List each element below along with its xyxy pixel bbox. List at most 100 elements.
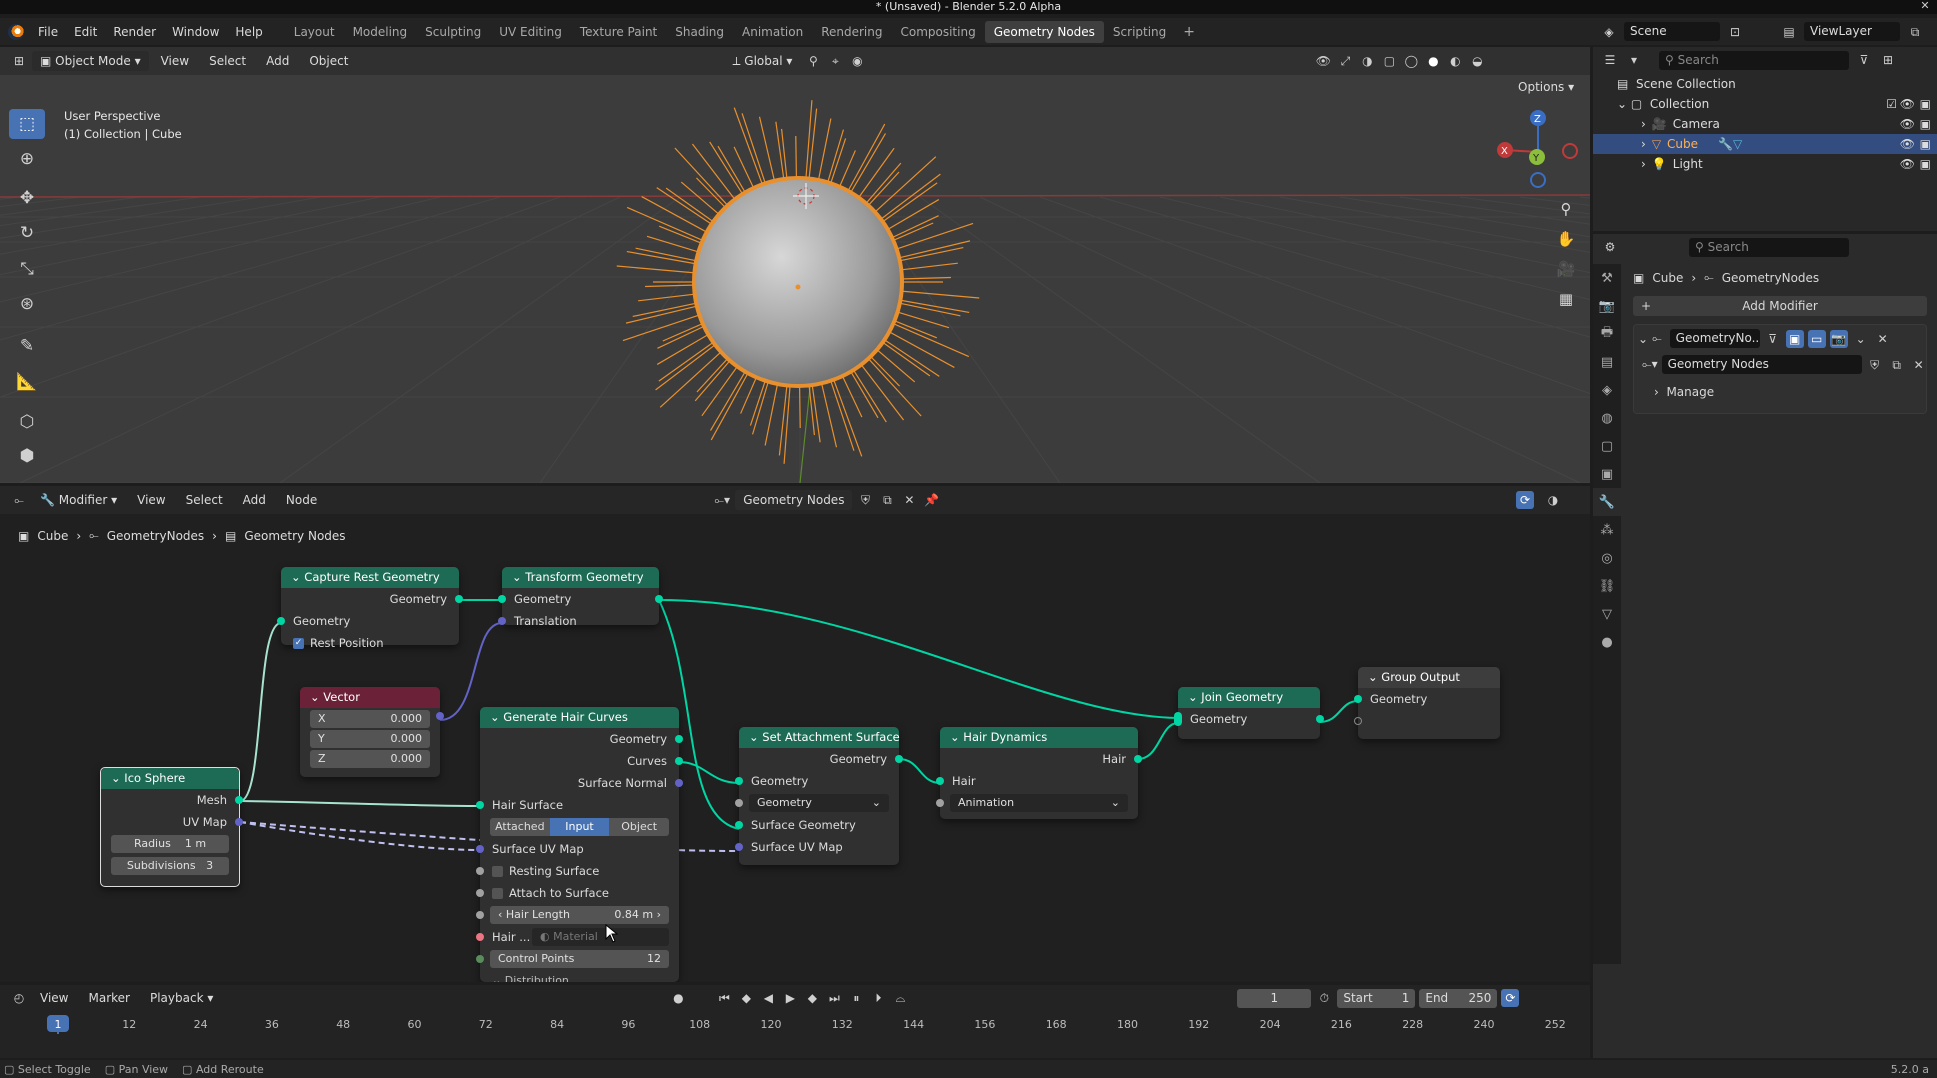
pivot-icon[interactable]: ⚲ — [804, 52, 822, 70]
attach-surface-checkbox[interactable] — [492, 888, 503, 899]
output-tab-icon[interactable]: 🖶 — [1593, 320, 1621, 348]
outliner-search-input[interactable]: ⚲ Search — [1659, 50, 1849, 70]
rest-position-checkbox[interactable]: ✓ — [293, 638, 304, 649]
camera-view-icon[interactable]: 🎥 — [1554, 257, 1578, 281]
fake-user-icon[interactable]: ⛨ — [1866, 356, 1884, 374]
end-frame-field[interactable]: End 250 — [1419, 988, 1498, 1008]
material-field[interactable]: ◐ Material — [532, 928, 669, 946]
viewlayer-field[interactable]: ViewLayer — [1804, 22, 1900, 41]
distribution-panel[interactable]: ⌄ Distribution — [480, 970, 679, 982]
pin-icon[interactable]: 📌 — [922, 491, 940, 509]
menu-edit[interactable]: Edit — [66, 25, 105, 39]
hair-length-field[interactable]: ‹ Hair Length 0.84 m › — [490, 906, 669, 924]
timeline-menu-marker[interactable]: Marker — [80, 988, 137, 1008]
menu-socket-in[interactable] — [735, 799, 743, 807]
tab-input[interactable]: Input — [549, 818, 610, 836]
menu-window[interactable]: Window — [164, 25, 227, 39]
properties-editor-icon[interactable]: ⚙ — [1601, 238, 1619, 256]
timeline-menu-view[interactable]: View — [32, 988, 76, 1008]
viewlayer-icon[interactable]: ▤ — [1780, 23, 1798, 41]
object-mode-dropdown[interactable]: ▣ Object Mode ▾ — [32, 51, 149, 71]
camera-render-icon[interactable]: ▣ — [1920, 137, 1931, 151]
geometry-socket-out[interactable] — [455, 595, 463, 603]
scene-tab-icon[interactable]: ◈ — [1593, 376, 1621, 404]
tab-scripting[interactable]: Scripting — [1104, 21, 1175, 43]
tab-object[interactable]: Object — [609, 818, 670, 836]
select-box-icon[interactable]: ⬚ — [9, 109, 45, 139]
node-hair-dynamics[interactable]: ⌄ Hair Dynamics Hair Hair Animation ⌄ — [936, 727, 1142, 819]
node-generate-hair-curves[interactable]: ⌄ Generate Hair Curves Geometry Curves S… — [476, 707, 683, 982]
rotate-tool-icon[interactable]: ↻ — [9, 218, 45, 248]
collapse-chevron-icon[interactable]: ⌄ — [1638, 332, 1648, 346]
rendered-shading-icon[interactable]: ◒ — [1468, 52, 1486, 70]
scene-field[interactable]: Scene — [1624, 22, 1720, 41]
outliner-editor-icon[interactable]: ☰ — [1601, 51, 1619, 69]
duplicate-icon[interactable]: ⧉ — [1888, 356, 1906, 374]
jump-end-icon[interactable]: ⏭ — [825, 989, 843, 1007]
empty-socket-in[interactable] — [1354, 717, 1362, 725]
scale-tool-icon[interactable]: ⤡ — [9, 254, 45, 284]
eye-icon[interactable]: 👁 — [1900, 117, 1915, 131]
tab-texture-paint[interactable]: Texture Paint — [571, 21, 666, 43]
material-shading-icon[interactable]: ◐ — [1446, 52, 1464, 70]
menu-socket-in[interactable] — [936, 799, 944, 807]
pan-hand-icon[interactable]: ✋ — [1554, 227, 1578, 251]
editor-type-icon[interactable]: ⊞ — [10, 52, 28, 70]
chevron-right-icon[interactable]: › — [657, 908, 661, 921]
tab-layout[interactable]: Layout — [285, 21, 344, 43]
add-modifier-button[interactable]: + Add Modifier — [1633, 296, 1927, 316]
node-header[interactable]: ⌄ Capture Rest Geometry — [281, 567, 459, 588]
collection-checkbox[interactable]: ☑ — [1886, 97, 1897, 111]
dynamics-mode-dropdown[interactable]: Animation ⌄ — [950, 794, 1128, 812]
node-group-browse-icon[interactable]: ⟜▾ — [1642, 357, 1658, 372]
modifier-menu-icon[interactable]: ⌄ — [1852, 330, 1870, 348]
physics-tab-icon[interactable]: ◎ — [1593, 544, 1621, 572]
move-tool-icon[interactable]: ✥ — [9, 183, 45, 213]
render-tab-icon[interactable]: 📷 — [1593, 292, 1621, 320]
menu-file[interactable]: File — [30, 25, 66, 39]
node-header[interactable]: ⌄ Set Attachment Surface — [739, 727, 900, 748]
display-mode-icon[interactable]: ▾ — [1625, 51, 1643, 69]
vector-socket-in[interactable] — [735, 843, 743, 851]
node-capture-rest-geometry[interactable]: ⌄ Capture Rest Geometry Geometry Geometr… — [277, 567, 463, 650]
vector-socket-out[interactable] — [436, 712, 444, 720]
geometry-socket-out[interactable] — [235, 796, 243, 804]
tab-sculpting[interactable]: Sculpting — [416, 21, 490, 43]
material-socket-in[interactable] — [476, 933, 484, 941]
node-header[interactable]: ⌄ Hair Dynamics — [940, 727, 1138, 748]
bool-socket-in[interactable] — [476, 889, 484, 897]
unlink-icon[interactable]: ✕ — [900, 491, 918, 509]
add-cube-tool-icon[interactable]: ⬡ — [9, 407, 45, 437]
viewport-menu-object[interactable]: Object — [301, 51, 356, 71]
options-dropdown[interactable]: Options ▾ — [1510, 77, 1582, 97]
outliner-item-cube[interactable]: › ▽ Cube 🔧▽ 👁 ▣ — [1593, 134, 1937, 154]
start-frame-field[interactable]: Start 1 — [1337, 988, 1416, 1008]
tool-tab-icon[interactable]: ⚒ — [1593, 264, 1621, 292]
object-tab-icon[interactable]: ▣ — [1593, 460, 1621, 488]
outliner-item-light[interactable]: › 💡 Light 👁 ▣ — [1593, 154, 1937, 174]
solid-shading-icon[interactable]: ● — [1424, 52, 1442, 70]
timeline-editor[interactable]: ◴ View Marker Playback ▾ ● ⏮ ◆ ◀ ▶ ◆ ⏭ ⏸… — [0, 985, 1590, 1058]
duplicate-icon[interactable]: ⧉ — [878, 491, 896, 509]
ico-sphere[interactable] — [692, 176, 904, 388]
viewport-toggle-icon[interactable]: ▭ — [1807, 329, 1826, 348]
pin-icon[interactable]: ⊡ — [1726, 23, 1744, 41]
snap-icon[interactable]: ⌖ — [826, 52, 844, 70]
auto-key-icon[interactable]: ⌓ — [891, 989, 909, 1007]
viewport-menu-select[interactable]: Select — [201, 51, 254, 71]
node-menu-node[interactable]: Node — [278, 490, 325, 510]
geometry-socket-out[interactable] — [655, 595, 663, 603]
keying-icon[interactable]: ⏸ — [847, 989, 865, 1007]
subdivisions-field[interactable]: Subdivisions 3 — [111, 857, 229, 875]
modifier-name-field[interactable]: GeometryNo... — [1669, 329, 1760, 348]
tab-modeling[interactable]: Modeling — [344, 21, 417, 43]
scene-icon[interactable]: ◈ — [1600, 23, 1618, 41]
transform-orientation-dropdown[interactable]: ⟂ Global ▾ — [724, 51, 800, 71]
manage-subpanel[interactable]: › Manage — [1654, 385, 1714, 399]
prev-keyframe-icon[interactable]: ◆ — [737, 989, 755, 1007]
add-primitive-tool-icon[interactable]: ⬢ — [9, 441, 45, 471]
context-dropdown[interactable]: 🔧 Modifier ▾ — [32, 490, 125, 510]
node-header[interactable]: ⌄ Transform Geometry — [502, 567, 659, 588]
overlay-icon[interactable]: ◑ — [1544, 491, 1562, 509]
cage-toggle-icon[interactable]: ▣ — [1785, 329, 1804, 348]
